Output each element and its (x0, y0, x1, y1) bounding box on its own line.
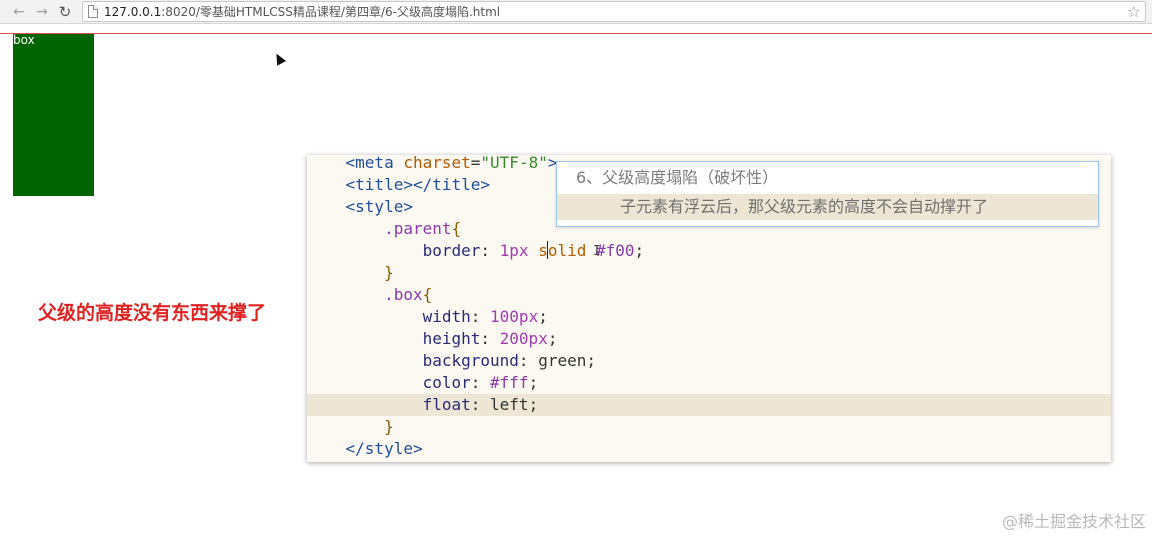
code-token: border (422, 241, 481, 260)
code-token: background (422, 351, 519, 370)
code-token: <meta (345, 155, 404, 172)
forward-arrow-icon[interactable]: → (33, 3, 51, 21)
code-token: .parent (384, 219, 452, 238)
code-token: : (470, 373, 491, 392)
floated-box: box (13, 34, 94, 196)
annotation-text: 父级的高度没有东西来撑了 (38, 302, 267, 324)
reload-icon[interactable]: ↻ (56, 3, 74, 21)
text-caret (547, 241, 548, 259)
code-token: float (422, 395, 471, 414)
code-line[interactable]: color: #fff; (307, 372, 1111, 394)
code-token: ; (538, 307, 548, 326)
back-arrow-icon[interactable]: ← (10, 3, 28, 21)
url-text[interactable]: 127.0.0.1:8020/零基础HTMLCSS精品课程/第四章/6-父级高度… (104, 4, 500, 20)
code-token: </style> (345, 439, 423, 458)
popup-subtitle-bar: 子元素有浮云后，那父级元素的高度不会自动撑开了 (557, 194, 1098, 220)
popup-subtitle: 子元素有浮云后，那父级元素的高度不会自动撑开了 (620, 197, 989, 216)
url-host: 127.0.0.1 (104, 5, 162, 19)
code-line[interactable]: background: green; (307, 350, 1111, 372)
address-bar[interactable]: 127.0.0.1:8020/零基础HTMLCSS精品课程/第四章/6-父级高度… (82, 1, 1146, 22)
code-token: ; (528, 373, 539, 392)
code-token: ; (634, 241, 645, 260)
code-token: .box (384, 285, 423, 304)
code-token: } (384, 263, 394, 282)
box-label: box (13, 33, 35, 47)
code-token: #fff (490, 373, 529, 392)
code-line[interactable]: border: 1px solid #f00; (307, 240, 1111, 262)
ibeam-cursor-icon: I (593, 244, 601, 259)
code-token: <title></title> (345, 175, 491, 194)
code-line[interactable]: } (307, 262, 1111, 284)
page-icon (88, 5, 98, 18)
code-token: : left; (470, 395, 539, 414)
code-token: { (422, 285, 433, 304)
parent-border (0, 33, 1152, 34)
mouse-pointer-icon (272, 51, 286, 66)
watermark: @稀土掘金技术社区 (1001, 512, 1146, 531)
code-token: charset (403, 155, 471, 172)
code-token: width (422, 307, 471, 326)
code-token: 100px (490, 307, 539, 326)
code-line[interactable]: float: left; (307, 394, 1111, 416)
browser-toolbar: ← → ↻ 127.0.0.1:8020/零基础HTMLCSS精品课程/第四章/… (0, 0, 1152, 24)
code-token: : (480, 329, 500, 348)
code-line[interactable]: .box{ (307, 284, 1111, 306)
popup-title: 6、父级高度塌陷（破坏性） (576, 168, 779, 187)
star-icon[interactable]: ☆ (1127, 2, 1141, 21)
code-token: "UTF-8" (480, 155, 548, 172)
code-line[interactable]: height: 200px; (307, 328, 1111, 350)
code-token: : green; (518, 351, 596, 370)
code-token: } (384, 417, 394, 436)
code-token: : (480, 241, 500, 260)
code-line[interactable]: </style> (307, 438, 1111, 460)
code-token: 1px (499, 241, 529, 260)
code-line[interactable]: width: 100px; (307, 306, 1111, 328)
code-token: #f00 (596, 241, 635, 260)
code-token: = (470, 155, 481, 172)
url-path: :8020/零基础HTMLCSS精品课程/第四章/6-父级高度塌陷.html (161, 5, 501, 19)
code-token: : (470, 307, 491, 326)
code-line[interactable]: } (307, 416, 1111, 438)
code-token: height (422, 329, 481, 348)
code-token: color (422, 373, 471, 392)
code-token: <style> (345, 197, 413, 216)
code-token: solid (538, 241, 587, 260)
code-token: ; (547, 329, 558, 348)
lesson-title-popup: 6、父级高度塌陷（破坏性） 子元素有浮云后，那父级元素的高度不会自动撑开了 (556, 161, 1099, 227)
code-token: 200px (499, 329, 548, 348)
code-token: { (451, 219, 462, 238)
